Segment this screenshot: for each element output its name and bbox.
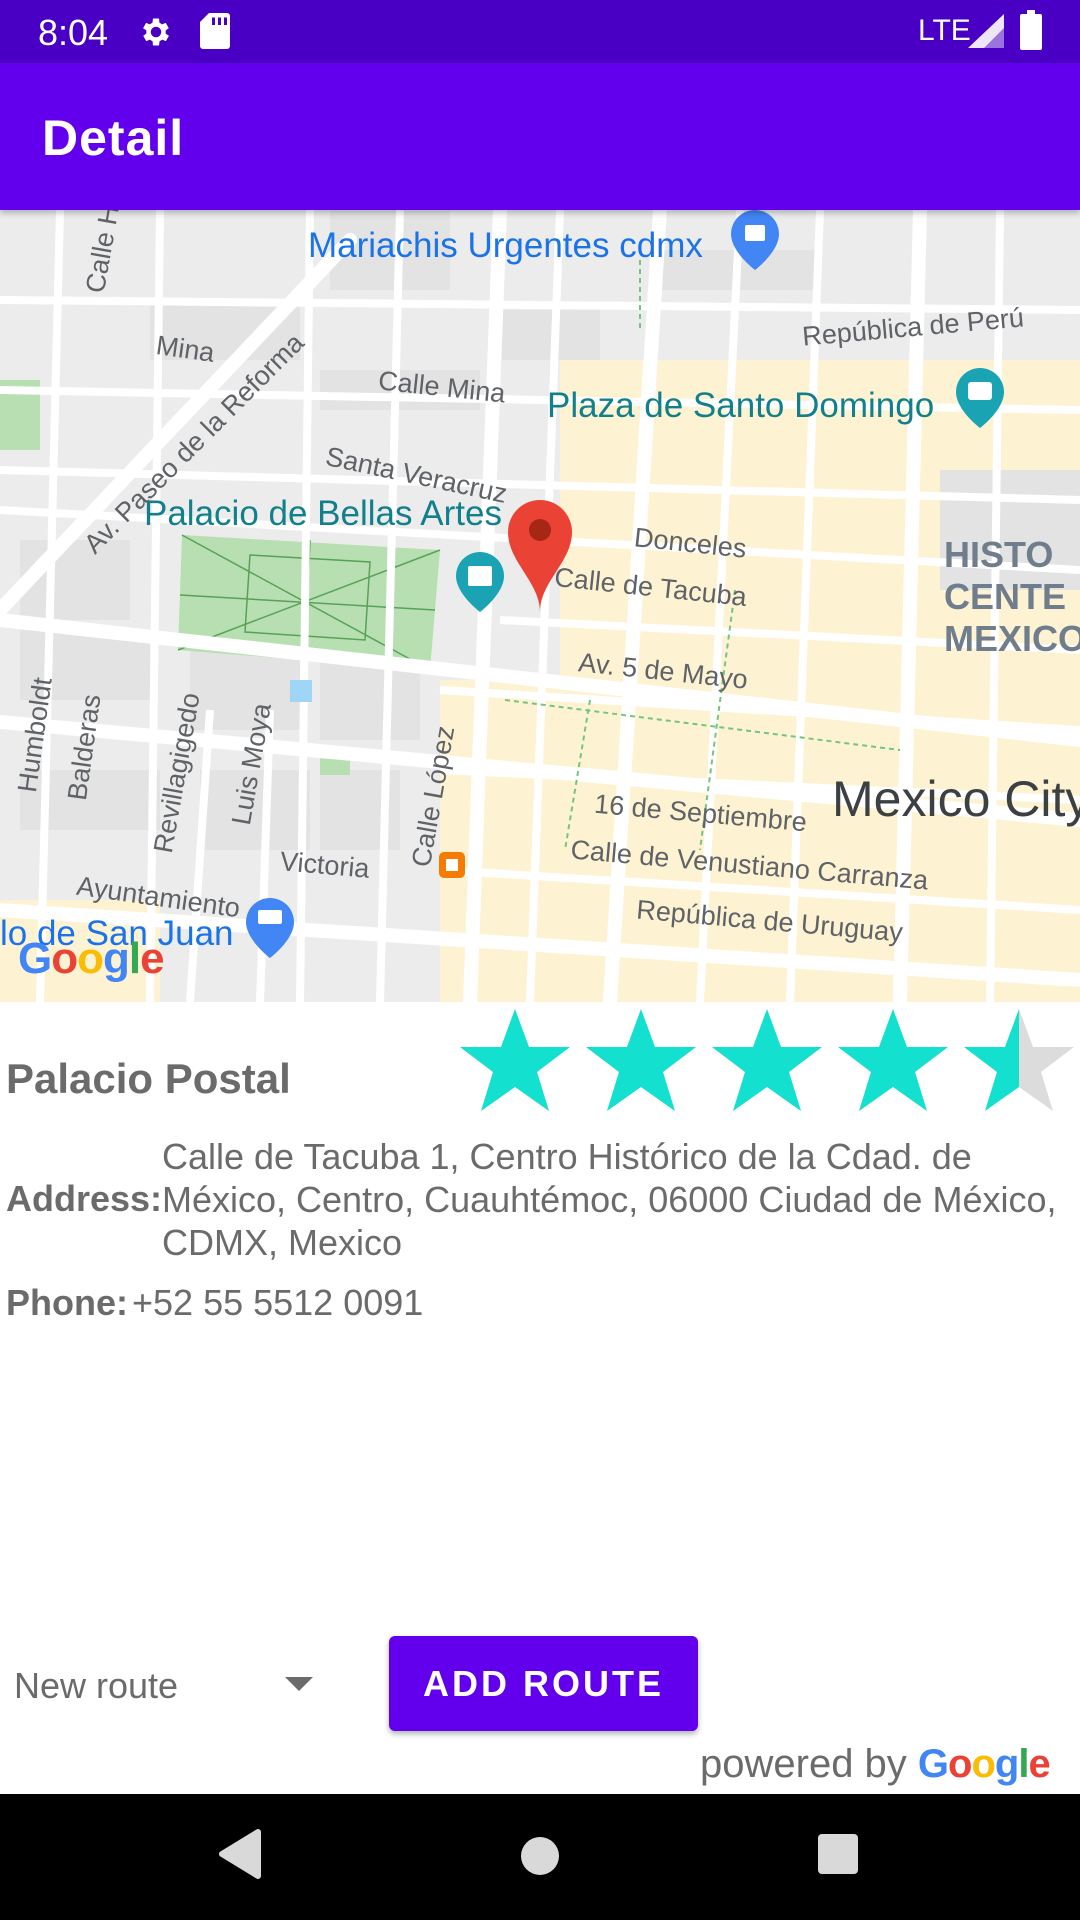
powered-by-google: powered by Google [700, 1742, 1051, 1787]
recents-icon[interactable] [816, 1832, 860, 1881]
star-icon[interactable] [708, 1005, 826, 1123]
status-time: 8:04 [38, 12, 109, 53]
place-name: Palacio Postal [6, 1055, 291, 1102]
home-icon[interactable] [516, 1832, 564, 1885]
star-icon[interactable] [456, 1005, 574, 1123]
star-icon[interactable] [834, 1005, 952, 1123]
google-logo: Google [917, 1742, 1051, 1786]
page-title: Detail [42, 110, 185, 166]
back-icon[interactable] [214, 1824, 264, 1889]
star-icon[interactable] [960, 1005, 1078, 1123]
battery-icon [1020, 10, 1042, 55]
settings-gear-icon [138, 14, 174, 55]
phone-value[interactable]: +52 55 5512 0091 [132, 1282, 423, 1324]
star-icon[interactable] [582, 1005, 700, 1123]
city-label: Mexico City [832, 771, 1080, 827]
address-label: Address: [6, 1178, 163, 1219]
district-label: HISTO CENTE MEXICO [944, 534, 1080, 659]
map-view[interactable]: Mariachis Urgentes cdmx Plaza de Santo D… [0, 210, 1080, 1002]
navigation-bar [0, 1794, 1080, 1920]
poi-label[interactable]: Mariachis Urgentes cdmx [308, 226, 703, 266]
route-select[interactable]: New route [0, 1635, 340, 1735]
rating-bar[interactable] [456, 1005, 1076, 1123]
cell-signal-icon [968, 14, 1004, 53]
network-type: LTE [918, 14, 971, 47]
address-value: Calle de Tacuba 1, Centro Histórico de l… [162, 1136, 1057, 1263]
dropdown-arrow-icon [285, 1677, 313, 1691]
add-route-button[interactable]: ADD ROUTE [389, 1636, 698, 1731]
app-bar: Detail [0, 63, 1080, 210]
powered-by-text: powered by [700, 1742, 907, 1786]
route-select-value: New route [14, 1665, 179, 1706]
poi-label[interactable]: Plaza de Santo Domingo [547, 386, 934, 426]
poi-label[interactable]: Palacio de Bellas Artes [144, 494, 502, 534]
status-bar: 8:04 LTE [0, 0, 1080, 63]
sd-card-icon [200, 13, 230, 54]
phone-label: Phone: [6, 1282, 128, 1323]
google-logo: Google [18, 934, 165, 983]
